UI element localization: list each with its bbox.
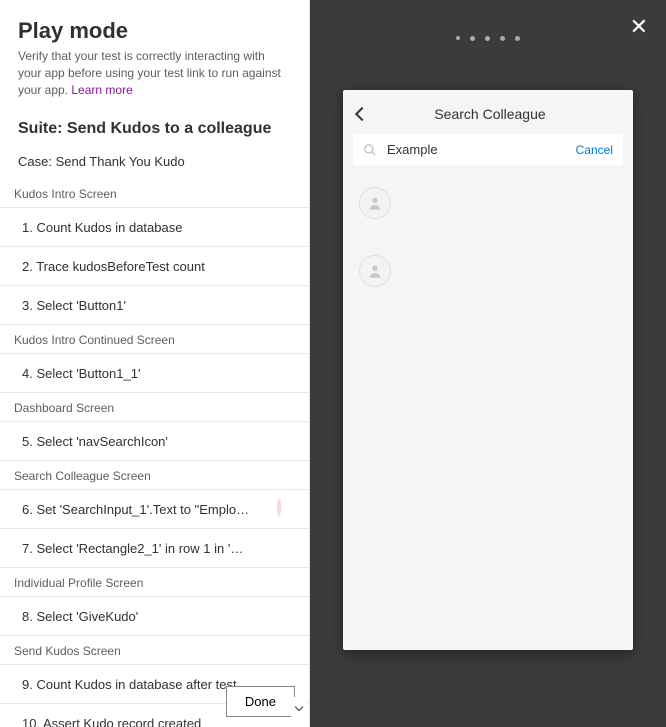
pending-icon (277, 607, 295, 625)
step-label: 4. Select 'Button1_1' (22, 366, 277, 381)
dot-icon (470, 36, 475, 41)
screen-header: Send Kudos Screen (0, 636, 309, 665)
suite-title: Suite: Send Kudos to a colleague (0, 106, 309, 148)
close-button[interactable]: ✕ (630, 14, 648, 40)
step-label: 8. Select 'GiveKudo' (22, 609, 277, 624)
subtitle-text: Verify that your test is correctly inter… (18, 49, 281, 97)
step-label: 1. Count Kudos in database (22, 220, 277, 235)
learn-more-link[interactable]: Learn more (71, 83, 132, 97)
app-header: Search Colleague (353, 104, 623, 134)
screen-header: Kudos Intro Screen (0, 179, 309, 208)
test-step[interactable]: 5. Select 'navSearchIcon' (0, 422, 309, 461)
panel-title: Play mode (18, 18, 291, 44)
page-indicator (456, 36, 520, 41)
screen-header: Dashboard Screen (0, 393, 309, 422)
step-label: 10. Assert Kudo record created (22, 716, 277, 727)
search-icon (363, 143, 377, 157)
test-step[interactable]: 4. Select 'Button1_1' (0, 354, 309, 393)
app-preview: Search Colleague Cancel (343, 90, 633, 650)
search-input[interactable] (387, 142, 568, 157)
dot-icon (500, 36, 505, 41)
cancel-button[interactable]: Cancel (576, 143, 613, 157)
steps-scroll[interactable]: Suite: Send Kudos to a colleague Case: S… (0, 106, 309, 727)
test-panel: Play mode Verify that your test is corre… (0, 0, 310, 727)
test-step[interactable]: 1. Count Kudos in database (0, 208, 309, 247)
case-title: Case: Send Thank You Kudo (0, 148, 309, 179)
test-step[interactable]: 6. Set 'SearchInput_1'.Text to "Emplo… (0, 490, 309, 529)
footer: Done (226, 686, 295, 717)
collapse-toggle[interactable] (291, 697, 307, 717)
avatar (359, 255, 391, 287)
panel-subtitle: Verify that your test is correctly inter… (18, 48, 291, 98)
panel-header: Play mode Verify that your test is corre… (0, 0, 309, 106)
step-label: 7. Select 'Rectangle2_1' in row 1 in '… (22, 541, 277, 556)
screen-header: Kudos Intro Continued Screen (0, 325, 309, 354)
success-icon (277, 364, 295, 382)
test-step[interactable]: 3. Select 'Button1' (0, 286, 309, 325)
test-step[interactable]: 8. Select 'GiveKudo' (0, 597, 309, 636)
screen-header: Individual Profile Screen (0, 568, 309, 597)
person-icon (367, 263, 383, 279)
running-icon (277, 500, 295, 518)
dot-icon (515, 36, 520, 41)
avatar (359, 187, 391, 219)
success-icon (277, 296, 295, 314)
search-bar: Cancel (353, 134, 623, 165)
step-label: 5. Select 'navSearchIcon' (22, 434, 277, 449)
done-button[interactable]: Done (226, 686, 295, 717)
test-step[interactable]: 2. Trace kudosBeforeTest count (0, 247, 309, 286)
step-label: 3. Select 'Button1' (22, 298, 277, 313)
success-icon (277, 257, 295, 275)
app-title: Search Colleague (361, 106, 619, 122)
screen-header: Search Colleague Screen (0, 461, 309, 490)
dot-icon (485, 36, 490, 41)
step-label: 6. Set 'SearchInput_1'.Text to "Emplo… (22, 502, 277, 517)
test-step[interactable]: 7. Select 'Rectangle2_1' in row 1 in '… (0, 529, 309, 568)
pending-icon (277, 539, 295, 557)
list-item[interactable] (353, 179, 623, 227)
chevron-down-icon (295, 703, 303, 711)
list-item[interactable] (353, 247, 623, 295)
success-icon (277, 218, 295, 236)
person-icon (367, 195, 383, 211)
success-icon (277, 432, 295, 450)
preview-panel: ✕ Search Colleague Cancel (310, 0, 666, 727)
step-label: 2. Trace kudosBeforeTest count (22, 259, 277, 274)
dot-icon (456, 36, 460, 40)
